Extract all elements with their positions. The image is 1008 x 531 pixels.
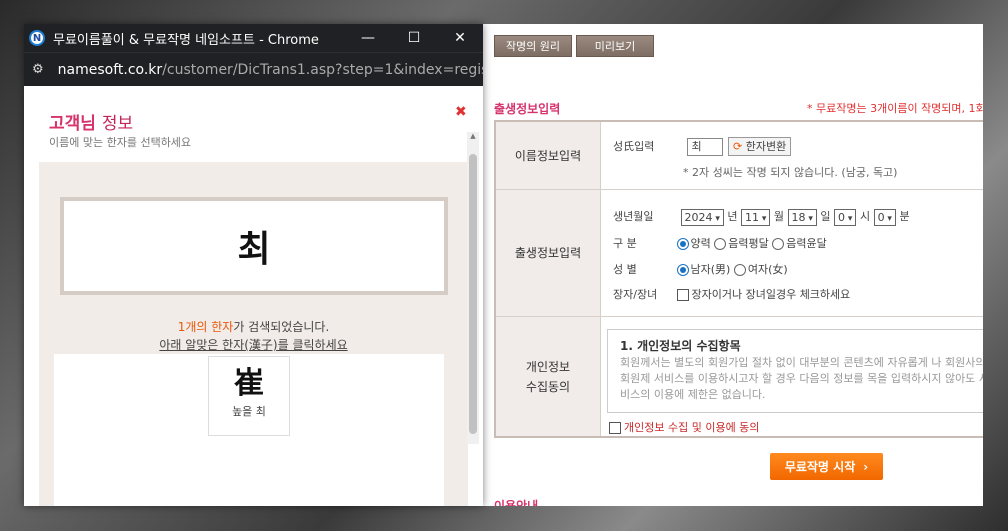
popup-subtitle: 이름에 맞는 한자를 선택하세요 (49, 136, 192, 149)
privacy-body: 회원께서는 별도의 회원가입 절차 없이 대부분의 콘텐츠에 자유롭게 나 회원… (620, 356, 983, 401)
privacy-agree-label: 개인정보 수집 및 이용에 동의 (624, 421, 760, 434)
tab-bar: 작명의 원리 미리보기 (494, 35, 654, 57)
popup-scrollbar[interactable] (467, 144, 479, 444)
month-select[interactable]: 11 (741, 208, 771, 226)
name-display: 최 (60, 197, 448, 295)
birth-form: 이름정보입력 성氏입력 최 ⟳ 한자변환 * 2자 성씨는 작명 되지 않습니다… (494, 120, 983, 438)
birth-info-label: 출생정보입력 (496, 190, 601, 316)
day-unit: 일 (820, 210, 831, 223)
name-info-label: 이름정보입력 (496, 122, 601, 189)
year-unit: 년 (727, 210, 738, 223)
eldest-checkbox[interactable] (676, 289, 689, 301)
hanja-meaning: 높을 최 (232, 405, 266, 418)
found-count: 1개의 한자 (177, 320, 234, 334)
site-info-icon[interactable]: ⚙ (32, 62, 44, 77)
privacy-label-line2: 수집동의 (525, 379, 571, 394)
eldest-label: 장자/장녀 (613, 288, 658, 301)
found-rest: 가 검색되었습니다. (233, 320, 330, 334)
chevron-right-icon: › (863, 459, 869, 474)
scroll-up-icon[interactable]: ▲ (467, 132, 479, 144)
gender-label: 성 별 (613, 263, 637, 276)
hanja-card[interactable]: 崔 높을 최 (208, 356, 290, 436)
popup-content: 고객님 정보 이름에 맞는 한자를 선택하세요 ✖ 최 1개의 한자가 검색되었… (24, 86, 483, 506)
gender-female-label: 여자(女) (747, 263, 788, 276)
window-titlebar: N 무료이름풀이 & 무료작명 네임소프트 - Chrome — ☐ ✕ (24, 24, 483, 52)
minimize-icon[interactable]: — (345, 24, 391, 52)
surname-field-group: 성氏입력 최 ⟳ 한자변환 (613, 137, 792, 156)
popup-title: 고객님 정보 (49, 109, 133, 134)
close-icon[interactable]: ✕ (437, 24, 483, 52)
day-select[interactable]: 18 (787, 208, 817, 226)
hour-select[interactable]: 0 (834, 208, 857, 226)
tab-preview[interactable]: 미리보기 (576, 35, 654, 57)
privacy-heading: 1. 개인정보의 수집항목 (620, 339, 741, 353)
hanja-list: 崔 높을 최 (54, 354, 444, 506)
name-info-row: 이름정보입력 성氏입력 최 ⟳ 한자변환 * 2자 성씨는 작명 되지 않습니다… (496, 122, 983, 190)
calendar-lunar-label: 음력평달 (728, 237, 769, 250)
section-title: 출생정보입력 (494, 102, 561, 116)
surname-note: * 2자 성씨는 작명 되지 않습니다. (남궁, 독고) (683, 166, 898, 179)
gender-female-radio[interactable] (733, 264, 746, 276)
month-unit: 월 (773, 210, 785, 223)
gender-group: 성 별 남자(男) 여자(女) (613, 261, 788, 277)
usage-title: 이용안내 (494, 499, 539, 506)
privacy-label-line1: 개인정보 (525, 359, 571, 374)
popup-close-icon[interactable]: ✖ (455, 104, 467, 120)
minute-unit: 분 (899, 210, 910, 223)
gender-male-label: 남자(男) (690, 263, 731, 276)
hanja-convert-label: 한자변환 (745, 140, 787, 153)
site-logo-icon: N (29, 30, 45, 46)
start-naming-label: 무료작명 시작 (784, 460, 856, 474)
gender-male-radio[interactable] (676, 264, 689, 276)
surname-label: 성氏입력 (613, 139, 655, 153)
search-result-text: 1개의 한자가 검색되었습니다. (39, 318, 468, 335)
calendar-label: 구 분 (613, 237, 637, 250)
start-naming-button[interactable]: 무료작명 시작 › (770, 453, 883, 480)
year-select[interactable]: 2024 (680, 208, 724, 226)
address-bar[interactable]: ⚙ namesoft.co.kr/customer/DicTrans1.asp?… (24, 52, 483, 86)
eldest-checkbox-label: 장자이거나 장녀일경우 체크하세요 (691, 288, 851, 301)
calendar-lunar-radio[interactable] (714, 238, 727, 250)
calendar-lunar-leap-label: 음력윤달 (786, 237, 827, 250)
calendar-solar-label: 양력 (690, 237, 711, 250)
privacy-agree: 개인정보 수집 및 이용에 동의 (609, 419, 759, 435)
maximize-icon[interactable]: ☐ (391, 24, 437, 52)
calendar-solar-radio[interactable] (676, 238, 689, 250)
popup-title-main: 고객님 (49, 114, 96, 134)
refresh-icon: ⟳ (733, 140, 743, 153)
url-path: /customer/DicTrans1.asp?step=1&index=reg… (162, 61, 483, 78)
window-title: 무료이름풀이 & 무료작명 네임소프트 - Chrome (53, 32, 319, 48)
popup-window: N 무료이름풀이 & 무료작명 네임소프트 - Chrome — ☐ ✕ ⚙ n… (24, 24, 483, 506)
privacy-label: 개인정보수집동의 (496, 317, 601, 436)
background-page: 작명의 원리 미리보기 출생정보입력 * 무료작명는 3개이름이 작명되며, 1… (483, 24, 983, 506)
minute-select[interactable]: 0 (873, 208, 896, 226)
hour-unit: 시 (859, 210, 871, 223)
hanja-convert-button[interactable]: ⟳ 한자변환 (728, 137, 792, 156)
birthdate-group: 생년월일 2024 년 11 월 18 일 0 시 0 분 (613, 208, 910, 226)
birthdate-label: 생년월일 (613, 210, 654, 223)
calendar-lunar-leap-radio[interactable] (772, 238, 785, 250)
privacy-text-box[interactable]: 1. 개인정보의 수집항목 회원께서는 별도의 회원가입 절차 없이 대부분의 … (607, 329, 983, 413)
birth-info-row: 출생정보입력 생년월일 2024 년 11 월 18 일 0 시 0 분 구 분… (496, 190, 983, 317)
url-domain: namesoft.co.kr (57, 61, 163, 78)
surname-input[interactable]: 최 (686, 137, 723, 156)
eldest-group: 장자/장녀 장자이거나 장녀일경우 체크하세요 (613, 286, 850, 302)
tab-naming-principle[interactable]: 작명의 원리 (494, 35, 572, 57)
privacy-row: 개인정보수집동의 1. 개인정보의 수집항목 회원께서는 별도의 회원가입 절차… (496, 317, 983, 436)
privacy-agree-checkbox[interactable] (609, 422, 621, 434)
hanja-char: 崔 (234, 366, 264, 401)
click-hint: 아래 알맞은 한자(漢子)를 클릭하세요 (159, 338, 348, 352)
hanja-panel: 최 1개의 한자가 검색되었습니다. 아래 알맞은 한자(漢子)를 클릭하세요 … (39, 162, 468, 506)
scrollbar-thumb[interactable] (469, 154, 477, 434)
section-note: * 무료작명는 3개이름이 작명되며, 1회 (807, 102, 983, 115)
popup-title-rest: 정보 (101, 114, 134, 134)
calendar-group: 구 분 양력 음력평달 음력윤달 (613, 235, 827, 251)
